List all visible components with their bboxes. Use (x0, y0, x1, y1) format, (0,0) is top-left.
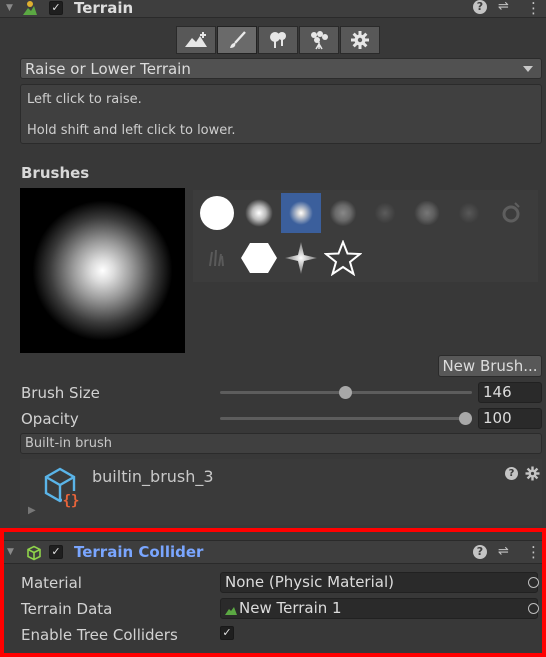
brush-asset-foldout-icon[interactable]: ▶ (28, 505, 36, 516)
brush-swatch-star-glyph (324, 240, 362, 276)
brush-asset-icon: {} (44, 467, 80, 509)
opacity-label: Opacity (21, 410, 79, 428)
svg-text:{}: {} (63, 493, 80, 509)
builtin-brush-label: Built-in brush (25, 436, 113, 451)
brush-swatch-sparkle[interactable] (281, 238, 321, 278)
tool-raise-terrain[interactable] (176, 26, 216, 54)
brush-swatch-soft-circle[interactable] (239, 193, 279, 233)
terrain-enabled-checkbox[interactable]: ✓ (49, 1, 63, 15)
paint-brush-icon (230, 31, 246, 48)
paint-trees-icon (270, 32, 286, 48)
brush-swatch-noise-4-glyph (502, 202, 520, 223)
brush-swatch-cloud[interactable] (323, 193, 363, 233)
terrain-component-icon (23, 1, 37, 15)
terrain-component-header[interactable]: ▼ ✓ Terrain ? ⇌ ⋮ (0, 0, 546, 18)
builtin-brush-bar: Built-in brush (20, 433, 542, 454)
terrain-title: Terrain (74, 0, 134, 17)
brush-asset-help-icon[interactable]: ? (505, 467, 518, 480)
brush-swatch-grass-glyph (209, 249, 224, 267)
terrain-mode-value: Raise or Lower Terrain (25, 60, 191, 78)
terrain-settings-icon (351, 31, 369, 49)
brush-swatch-noise-2[interactable] (407, 193, 447, 233)
brush-swatch-hexagon[interactable] (239, 238, 279, 278)
collider-highlight-box (0, 528, 546, 657)
foldout-arrow-icon[interactable]: ▼ (6, 3, 13, 13)
brush-swatch-star[interactable] (323, 238, 363, 278)
brush-swatch-noise-3[interactable] (449, 193, 489, 233)
brush-asset-panel: {} builtin_brush_3 ? ▶ (20, 459, 542, 525)
brushes-heading: Brushes (21, 164, 90, 182)
brush-grid (193, 190, 538, 282)
brush-size-label: Brush Size (21, 384, 100, 402)
brush-swatch-grass[interactable] (197, 238, 237, 278)
brush-size-slider-thumb[interactable] (339, 386, 352, 399)
opacity-slider[interactable] (220, 417, 472, 420)
help-line-raise: Left click to raise. (27, 92, 142, 107)
brush-asset-name: builtin_brush_3 (92, 467, 214, 486)
tool-help-box: Left click to raise. Hold shift and left… (20, 84, 542, 144)
opacity-slider-thumb[interactable] (459, 412, 472, 425)
brush-swatch-noise-1[interactable] (365, 193, 405, 233)
terrain-mode-dropdown[interactable]: Raise or Lower Terrain (20, 58, 542, 79)
tool-terrain-settings[interactable] (340, 26, 380, 54)
opacity-field[interactable]: 100 (478, 408, 542, 429)
brush-swatch-noise-4[interactable] (491, 193, 531, 233)
brush-preview (20, 188, 185, 353)
presets-icon[interactable]: ⇌ (498, 0, 509, 14)
new-brush-button[interactable]: New Brush... (438, 355, 542, 377)
brush-swatch-hexagon-glyph (241, 243, 277, 273)
brush-asset-settings-icon[interactable] (525, 466, 540, 481)
help-icon[interactable]: ? (473, 0, 487, 14)
tool-paint-trees[interactable] (258, 26, 298, 54)
brush-swatch-hard-circle[interactable] (197, 193, 237, 233)
terrain-tool-bar (176, 26, 381, 54)
brush-size-field[interactable]: 146 (478, 382, 542, 403)
paint-details-icon (311, 31, 328, 50)
brush-swatch-sparkle-glyph (285, 242, 317, 274)
more-options-icon[interactable]: ⋮ (526, 0, 541, 17)
tool-paint-brush[interactable] (217, 26, 257, 54)
raise-terrain-icon (185, 32, 207, 47)
help-line-lower: Hold shift and left click to lower. (27, 123, 236, 138)
brush-swatch-selected[interactable] (281, 193, 321, 233)
tool-paint-details[interactable] (299, 26, 339, 54)
dropdown-arrow-icon (523, 66, 533, 72)
